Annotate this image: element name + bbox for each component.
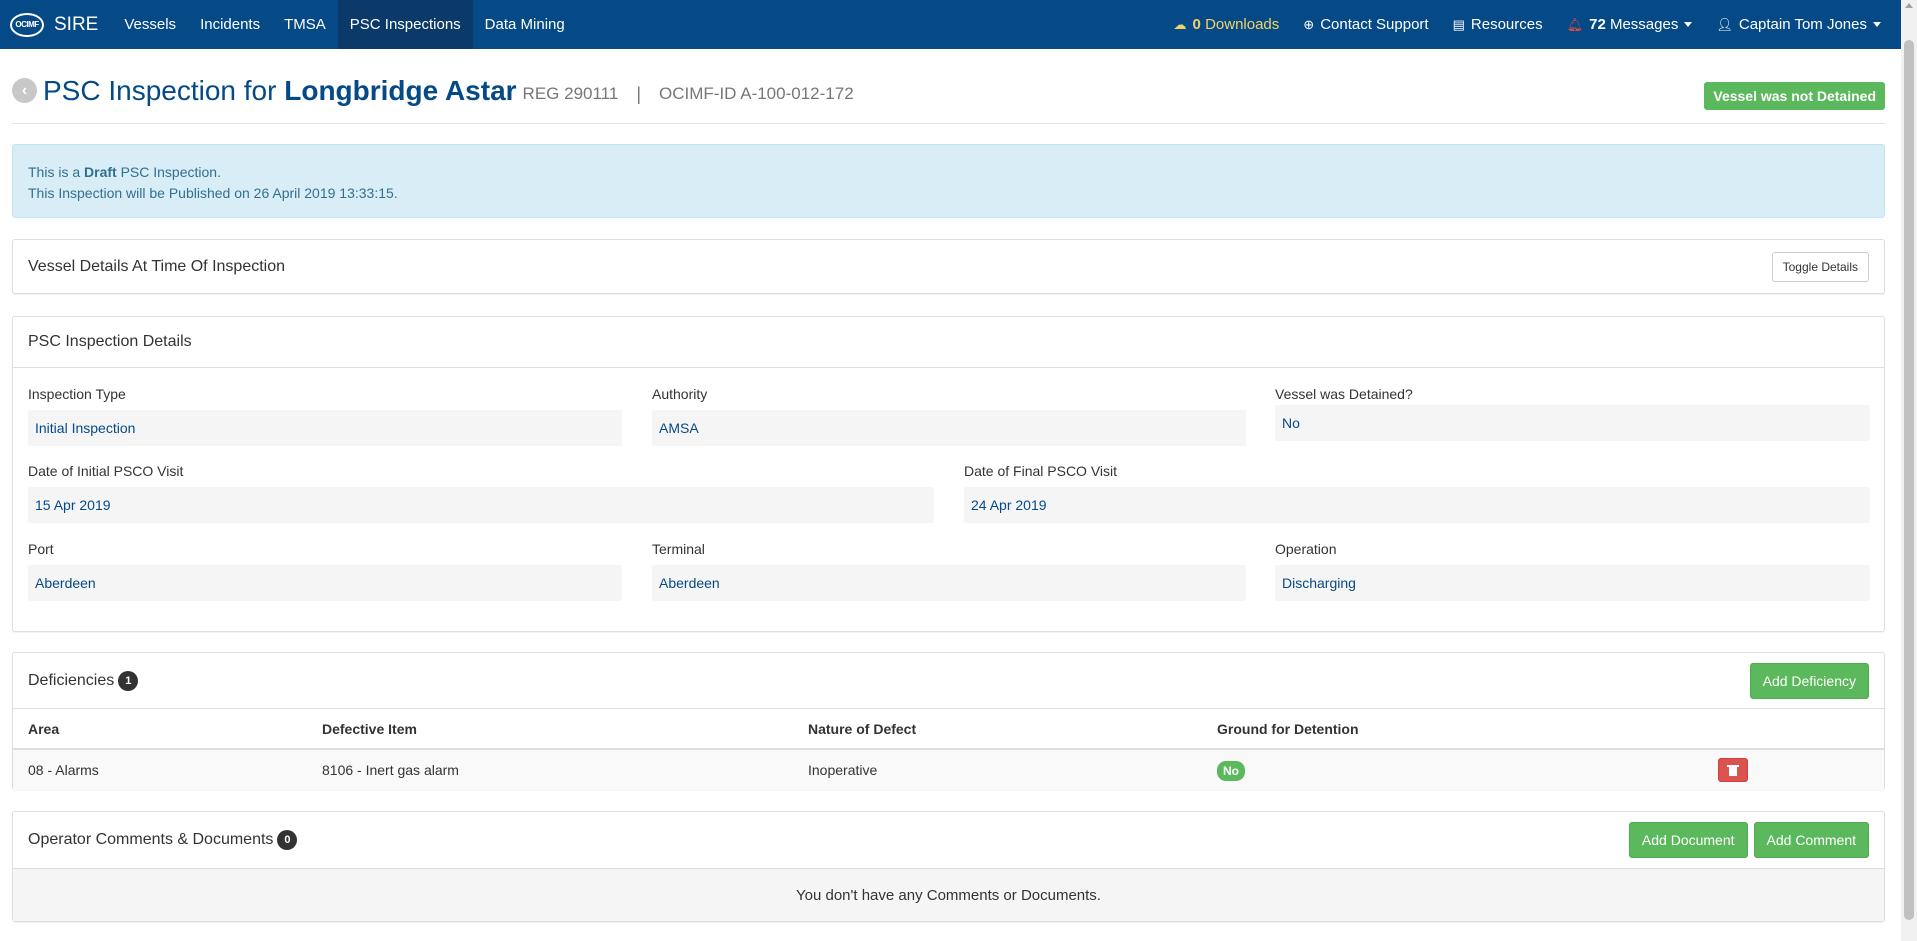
initial-visit-value: 15 Apr 2019 bbox=[28, 487, 934, 523]
cell-actions bbox=[1718, 749, 1884, 790]
bell-icon: 🔔︎ bbox=[1566, 16, 1584, 32]
alert-text-draft: Draft bbox=[84, 164, 117, 180]
authority-label: Authority bbox=[652, 386, 708, 402]
deficiencies-panel: Deficiencies 1 Add Deficiency Area Defec… bbox=[12, 652, 1885, 790]
add-comment-button[interactable]: Add Comment bbox=[1753, 822, 1869, 858]
resources-link[interactable]: ▤ Resources bbox=[1441, 0, 1555, 49]
utility-nav: ☁ 0 Downloads ⊕ Contact Support ▤ Resour… bbox=[1162, 0, 1901, 49]
page-header: ‹ PSC Inspection for Longbridge Astar RE… bbox=[12, 74, 1885, 124]
inspection-type-value: Initial Inspection bbox=[28, 410, 622, 446]
header-separator: | bbox=[636, 84, 642, 104]
brand-name: SIRE bbox=[54, 13, 99, 35]
scrollbar-thumb[interactable] bbox=[1904, 40, 1914, 920]
cell-area: 08 - Alarms bbox=[13, 749, 307, 790]
vessel-name: Longbridge Astar bbox=[284, 75, 517, 106]
trash-icon bbox=[1727, 764, 1739, 776]
book-icon: ▤ bbox=[1452, 16, 1465, 32]
vessel-details-heading: Vessel Details At Time Of Inspection Tog… bbox=[13, 240, 1884, 293]
col-defective-item[interactable]: Defective Item bbox=[307, 709, 793, 750]
messages-label: Messages bbox=[1609, 16, 1679, 33]
deficiencies-count-badge: 1 bbox=[118, 670, 139, 691]
comments-documents-panel: Operator Comments & Documents 0 Add Docu… bbox=[12, 811, 1885, 922]
ground-status-badge: No bbox=[1217, 761, 1245, 781]
brand[interactable]: OCIMF SIRE bbox=[0, 0, 98, 49]
inspection-type-label: Inspection Type bbox=[28, 386, 126, 402]
col-nature-of-defect[interactable]: Nature of Defect bbox=[793, 709, 1202, 750]
comments-heading: Operator Comments & Documents 0 Add Docu… bbox=[13, 812, 1884, 869]
authority-value: AMSA bbox=[652, 410, 1246, 446]
comments-empty-message: You don't have any Comments or Documents… bbox=[13, 869, 1884, 921]
port-value: Aberdeen bbox=[28, 565, 622, 601]
nav-psc-inspections[interactable]: PSC Inspections bbox=[337, 0, 473, 49]
table-row[interactable]: 08 - Alarms 8106 - Inert gas alarm Inope… bbox=[13, 749, 1884, 790]
user-name: Captain Tom Jones bbox=[1738, 16, 1867, 33]
terminal-value: Aberdeen bbox=[652, 565, 1246, 601]
vessel-reg: REG 290111 bbox=[522, 84, 619, 103]
contact-support-link[interactable]: ⊕ Contact Support bbox=[1291, 0, 1440, 49]
user-menu-dropdown[interactable]: 👤︎ Captain Tom Jones bbox=[1704, 0, 1893, 49]
ocimf-id: OCIMF-ID A-100-012-172 bbox=[659, 84, 854, 103]
col-actions bbox=[1718, 709, 1884, 750]
messages-count: 72 bbox=[1589, 16, 1606, 33]
final-visit-value: 24 Apr 2019 bbox=[964, 487, 1870, 523]
final-visit-label: Date of Final PSCO Visit bbox=[964, 463, 1118, 479]
vessel-detained-value: No bbox=[1275, 405, 1870, 441]
alert-line-2: This Inspection will be Published on 26 … bbox=[28, 185, 398, 201]
inspection-details-panel: PSC Inspection Details Inspection Type I… bbox=[12, 316, 1885, 632]
operation-label: Operation bbox=[1275, 541, 1337, 557]
vessel-details-title: Vessel Details At Time Of Inspection bbox=[28, 257, 286, 275]
nav-tmsa[interactable]: TMSA bbox=[272, 0, 338, 49]
cloud-download-icon: ☁ bbox=[1173, 16, 1187, 32]
cell-ground-for-detention: No bbox=[1202, 749, 1718, 790]
ocimf-logo: OCIMF bbox=[10, 12, 44, 37]
caret-down-icon bbox=[1873, 22, 1881, 27]
downloads-count: 0 bbox=[1192, 16, 1201, 33]
vessel-details-panel: Vessel Details At Time Of Inspection Tog… bbox=[12, 239, 1885, 294]
comments-title: Operator Comments & Documents bbox=[28, 831, 274, 848]
downloads-label: Downloads bbox=[1205, 16, 1280, 33]
terminal-label: Terminal bbox=[652, 541, 705, 557]
add-document-button[interactable]: Add Document bbox=[1628, 822, 1748, 858]
caret-down-icon bbox=[1684, 22, 1693, 27]
deficiencies-title: Deficiencies bbox=[28, 671, 115, 689]
cell-defective-item: 8106 - Inert gas alarm bbox=[307, 749, 793, 790]
operation-value: Discharging bbox=[1275, 565, 1870, 601]
vessel-detained-label: Vessel was Detained? bbox=[1275, 386, 1413, 402]
top-navbar: OCIMF SIRE Vessels Incidents TMSA PSC In… bbox=[0, 0, 1901, 49]
delete-deficiency-button[interactable] bbox=[1718, 758, 1748, 782]
alert-text-post: PSC Inspection. bbox=[120, 164, 221, 180]
downloads-link[interactable]: ☁ 0 Downloads bbox=[1162, 0, 1292, 49]
title-prefix: PSC Inspection for bbox=[43, 75, 277, 106]
scroll-up-arrow-icon[interactable] bbox=[1905, 3, 1913, 8]
cell-nature-of-defect: Inoperative bbox=[793, 749, 1202, 790]
alert-line-1: This is a Draft PSC Inspection. bbox=[28, 162, 1869, 183]
inspection-details-title: PSC Inspection Details bbox=[28, 333, 192, 350]
vertical-scrollbar[interactable] bbox=[1901, 0, 1917, 941]
inspection-details-heading: PSC Inspection Details bbox=[13, 317, 1884, 368]
detention-status-badge: Vessel was not Detained bbox=[1704, 82, 1885, 110]
nav-vessels[interactable]: Vessels bbox=[112, 0, 188, 49]
col-area[interactable]: Area bbox=[13, 709, 307, 750]
nav-incidents[interactable]: Incidents bbox=[188, 0, 272, 49]
user-icon: 👤︎ bbox=[1716, 16, 1733, 32]
deficiencies-table: Area Defective Item Nature of Defect Gro… bbox=[13, 709, 1884, 790]
draft-info-alert: This is a Draft PSC Inspection. This Ins… bbox=[12, 144, 1885, 218]
toggle-details-button[interactable]: Toggle Details bbox=[1771, 251, 1869, 282]
lifebuoy-icon: ⊕ bbox=[1303, 16, 1315, 32]
alert-text-pre: This is a bbox=[28, 164, 81, 180]
back-arrow-icon[interactable]: ‹ bbox=[12, 78, 37, 103]
nav-data-mining[interactable]: Data Mining bbox=[473, 0, 577, 49]
table-header-row: Area Defective Item Nature of Defect Gro… bbox=[13, 709, 1884, 750]
deficiencies-heading: Deficiencies 1 Add Deficiency bbox=[13, 653, 1884, 709]
main-nav: Vessels Incidents TMSA PSC Inspections D… bbox=[112, 0, 576, 49]
contact-support-label: Contact Support bbox=[1320, 16, 1429, 33]
comments-count-badge: 0 bbox=[277, 830, 298, 850]
initial-visit-label: Date of Initial PSCO Visit bbox=[28, 463, 184, 479]
add-deficiency-button[interactable]: Add Deficiency bbox=[1749, 662, 1869, 699]
resources-label: Resources bbox=[1470, 16, 1543, 33]
messages-dropdown[interactable]: 🔔︎ 72 Messages bbox=[1555, 0, 1705, 49]
page-title: PSC Inspection for Longbridge Astar bbox=[43, 74, 517, 108]
port-label: Port bbox=[28, 541, 54, 557]
col-ground-for-detention[interactable]: Ground for Detention bbox=[1202, 709, 1718, 750]
